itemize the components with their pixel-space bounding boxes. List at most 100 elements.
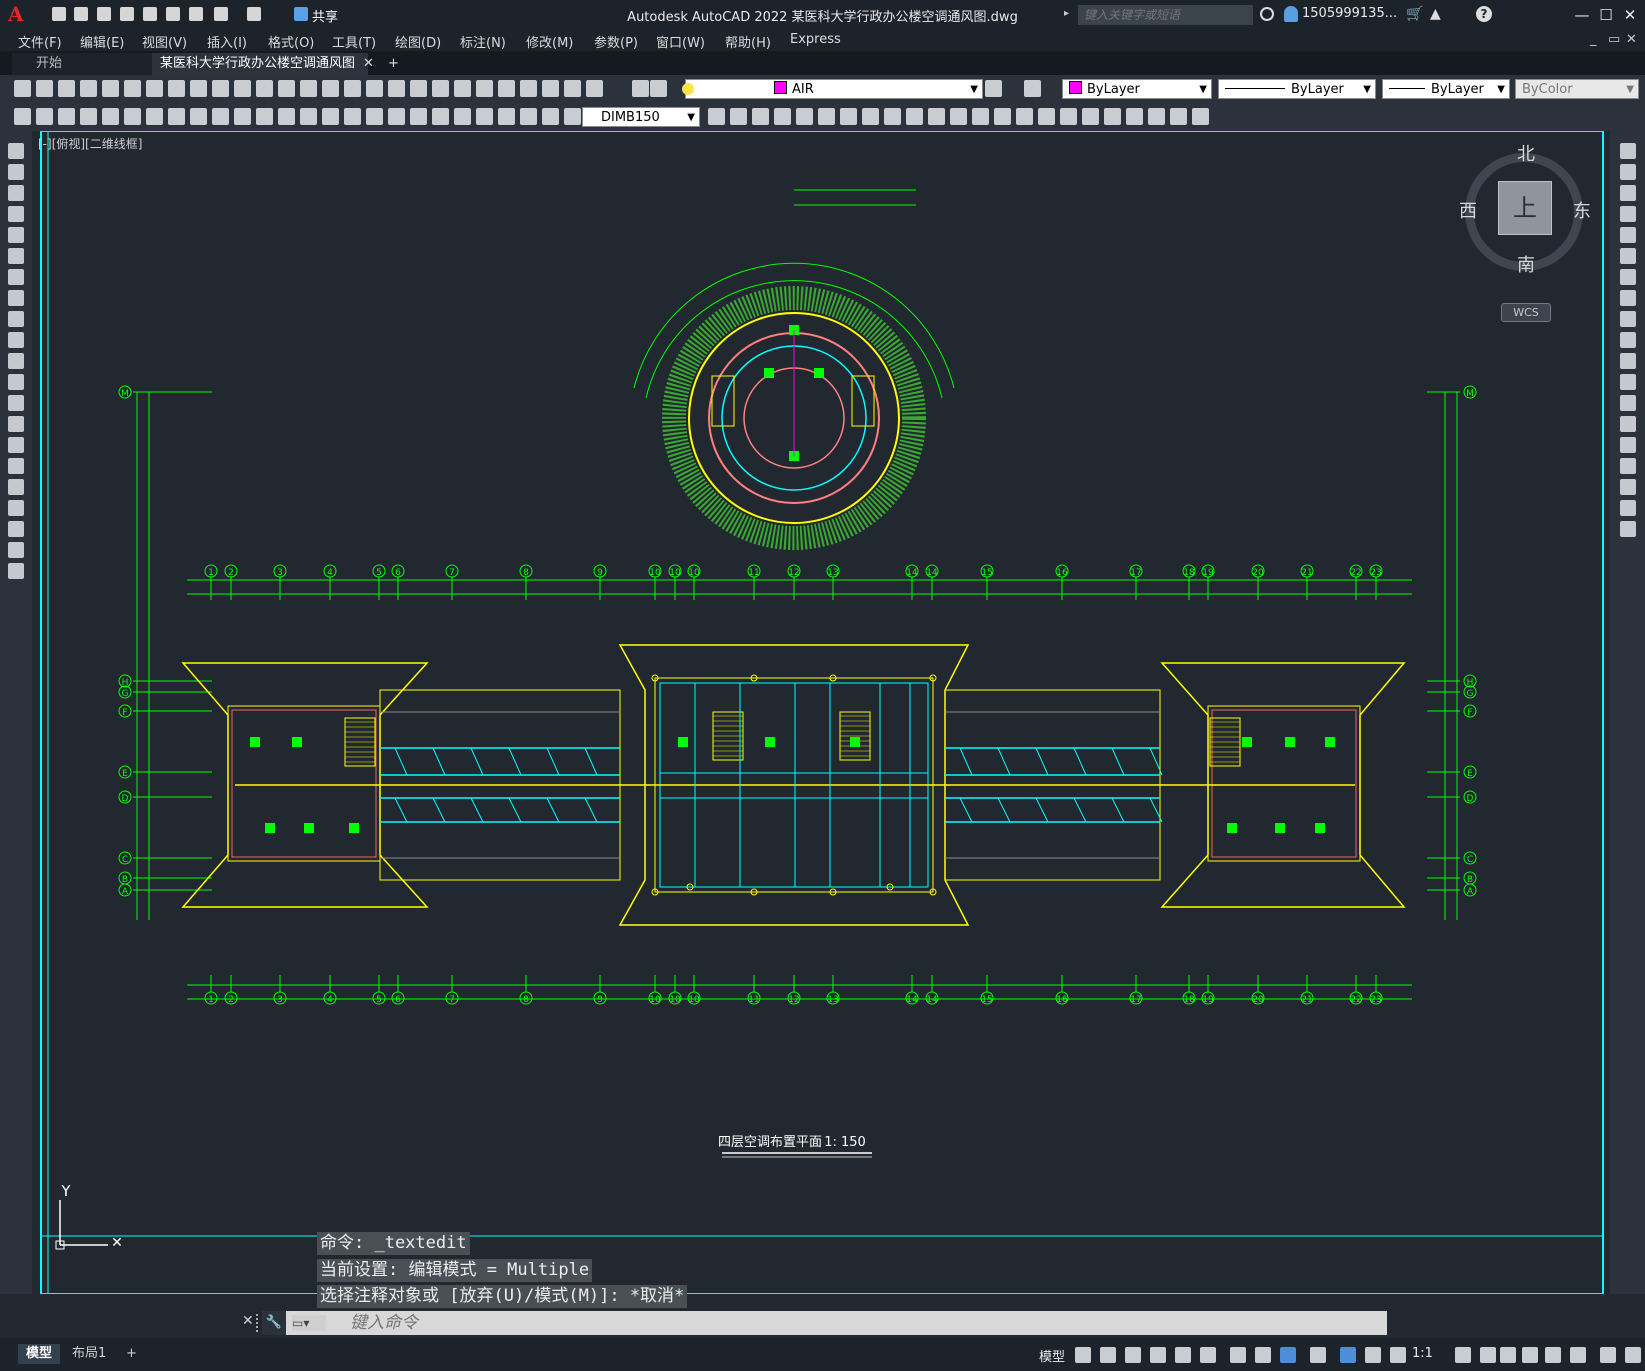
standard-tool-icon[interactable]: [256, 80, 273, 97]
dimension-tool-icon[interactable]: [190, 108, 207, 125]
draw-tool-icon[interactable]: [8, 248, 24, 264]
draw-tool-icon[interactable]: [8, 416, 24, 432]
status-toggle-icon[interactable]: [1280, 1347, 1296, 1363]
dimension-tool-icon[interactable]: [708, 108, 725, 125]
dimension-tool-icon[interactable]: [234, 108, 251, 125]
modify-tool-icon[interactable]: [1620, 374, 1636, 390]
draw-tool-icon[interactable]: [8, 542, 24, 558]
undo-icon[interactable]: [212, 5, 230, 23]
annotation-scale[interactable]: 1:1: [1412, 1346, 1433, 1361]
dimension-tool-icon[interactable]: [884, 108, 901, 125]
dimension-tool-icon[interactable]: [36, 108, 53, 125]
menu-view[interactable]: 视图(V): [142, 32, 187, 51]
dimension-tool-icon[interactable]: [1192, 108, 1209, 125]
doc-restore-icon[interactable]: ▭: [1608, 32, 1620, 47]
status-toggle-icon[interactable]: [1390, 1347, 1406, 1363]
dimension-tool-icon[interactable]: [388, 108, 405, 125]
close-icon[interactable]: ✕: [1618, 4, 1642, 26]
draw-tool-icon[interactable]: [8, 311, 24, 327]
menu-modify[interactable]: 修改(M): [526, 32, 573, 51]
dimstyle-dropdown[interactable]: DIMB150 ▼: [582, 107, 700, 127]
status-toggle-icon[interactable]: [1310, 1347, 1326, 1363]
status-toggle-icon[interactable]: [1522, 1347, 1538, 1363]
dimension-tool-icon[interactable]: [840, 108, 857, 125]
linetype-dropdown[interactable]: ByLayer ▼: [1218, 79, 1376, 99]
status-toggle-icon[interactable]: [1175, 1347, 1191, 1363]
draw-tool-icon[interactable]: [8, 395, 24, 411]
modify-tool-icon[interactable]: [1620, 206, 1636, 222]
draw-tool-icon[interactable]: [8, 290, 24, 306]
dimension-tool-icon[interactable]: [818, 108, 835, 125]
status-toggle-icon[interactable]: [1150, 1347, 1166, 1363]
save-as-icon[interactable]: [118, 5, 136, 23]
standard-tool-icon[interactable]: [190, 80, 207, 97]
status-toggle-icon[interactable]: [1200, 1347, 1216, 1363]
status-toggle-icon[interactable]: [1545, 1347, 1561, 1363]
draw-tool-icon[interactable]: [8, 206, 24, 222]
wrench-icon[interactable]: 🔧: [262, 1311, 286, 1335]
standard-tool-icon[interactable]: [520, 80, 537, 97]
drawing-canvas[interactable]: 1 1 2 2 3 3 4 4 5 5 6 6 7 7 8 8 9 9 10 10 10 10 10 10 11 11 12 12 13…: [32, 131, 1610, 1294]
standard-tool-icon[interactable]: [498, 80, 515, 97]
color-dropdown[interactable]: ByLayer ▼: [1062, 79, 1212, 99]
status-toggle-icon[interactable]: [1600, 1347, 1616, 1363]
draw-tool-icon[interactable]: [8, 353, 24, 369]
dimension-tool-icon[interactable]: [14, 108, 31, 125]
standard-tool-icon[interactable]: [168, 80, 185, 97]
viewcube-top-face[interactable]: 上: [1498, 181, 1552, 235]
standard-tool-icon[interactable]: [300, 80, 317, 97]
modify-tool-icon[interactable]: [1620, 479, 1636, 495]
dimension-tool-icon[interactable]: [542, 108, 559, 125]
modify-tool-icon[interactable]: [1620, 290, 1636, 306]
save-web-icon[interactable]: [164, 5, 182, 23]
menu-draw[interactable]: 绘图(D): [395, 32, 441, 51]
dimension-tool-icon[interactable]: [432, 108, 449, 125]
close-icon[interactable]: ✕: [242, 1313, 254, 1329]
modify-tool-icon[interactable]: [1620, 416, 1636, 432]
status-toggle-icon[interactable]: [1125, 1347, 1141, 1363]
status-toggle-icon[interactable]: [1340, 1347, 1356, 1363]
dimension-tool-icon[interactable]: [1060, 108, 1077, 125]
standard-tool-icon[interactable]: [586, 80, 603, 97]
help-search-input[interactable]: [1078, 5, 1253, 25]
viewcube[interactable]: 北 南 东 西 上 WCS: [1459, 144, 1595, 322]
user-icon[interactable]: [1284, 6, 1298, 22]
dimension-tool-icon[interactable]: [774, 108, 791, 125]
dimension-tool-icon[interactable]: [212, 108, 229, 125]
share-button[interactable]: 共享: [312, 6, 338, 25]
modify-tool-icon[interactable]: [1620, 521, 1636, 537]
tab-drawing[interactable]: 某医科大学行政办公楼空调通风图*: [152, 53, 368, 93]
redo-icon[interactable]: [245, 5, 263, 23]
restore-icon[interactable]: ☐: [1594, 4, 1618, 26]
share-icon[interactable]: [292, 5, 310, 23]
modify-tool-icon[interactable]: [1620, 500, 1636, 516]
menu-tools[interactable]: 工具(T): [332, 32, 376, 51]
draw-tool-icon[interactable]: [8, 374, 24, 390]
menu-parametric[interactable]: 参数(P): [594, 32, 638, 51]
dimension-tool-icon[interactable]: [300, 108, 317, 125]
dimension-tool-icon[interactable]: [730, 108, 747, 125]
dimension-tool-icon[interactable]: [366, 108, 383, 125]
standard-tool-icon[interactable]: [650, 80, 667, 97]
dimension-tool-icon[interactable]: [498, 108, 515, 125]
standard-tool-icon[interactable]: [410, 80, 427, 97]
dimension-tool-icon[interactable]: [994, 108, 1011, 125]
dimension-tool-icon[interactable]: [256, 108, 273, 125]
plotstyle-dropdown[interactable]: ByColor ▼: [1515, 79, 1639, 99]
modify-tool-icon[interactable]: [1620, 458, 1636, 474]
dimension-tool-icon[interactable]: [1016, 108, 1033, 125]
minimize-icon[interactable]: —: [1570, 4, 1594, 26]
lineweight-dropdown[interactable]: ByLayer ▼: [1382, 79, 1510, 99]
dimension-tool-icon[interactable]: [476, 108, 493, 125]
status-toggle-icon[interactable]: [1455, 1347, 1471, 1363]
dimension-tool-icon[interactable]: [278, 108, 295, 125]
draw-tool-icon[interactable]: [8, 458, 24, 474]
dimension-tool-icon[interactable]: [146, 108, 163, 125]
layout-tab-layout1[interactable]: 布局1: [64, 1344, 114, 1364]
dimension-tool-icon[interactable]: [344, 108, 361, 125]
standard-tool-icon[interactable]: [476, 80, 493, 97]
standard-tool-icon[interactable]: [366, 80, 383, 97]
dimension-tool-icon[interactable]: [1104, 108, 1121, 125]
status-toggle-icon[interactable]: [1230, 1347, 1246, 1363]
command-input[interactable]: [342, 1311, 1382, 1335]
